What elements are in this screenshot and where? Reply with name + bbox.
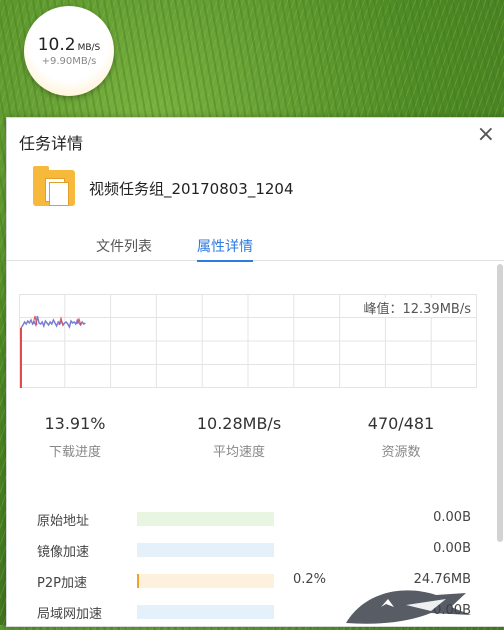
row-bar (137, 605, 274, 619)
row-bar-fill (137, 574, 139, 588)
stat-avg-speed-value: 10.28MB/s (196, 414, 282, 433)
row-name: 镜像加速 (37, 545, 90, 560)
row-bar (137, 574, 274, 588)
speed-floating-ball[interactable]: 10.2 MB/S +9.90MB/s (24, 6, 114, 96)
stat-progress: 13.91% 下载进度 (15, 414, 135, 460)
list-item: 镜像加速 0.00B (37, 537, 477, 568)
stat-progress-label: 下载进度 (48, 445, 101, 460)
watermark-logo (346, 590, 471, 624)
list-item: 原始地址 0.00B (37, 506, 477, 537)
stat-progress-value: 13.91% (44, 414, 106, 433)
task-name: 视频任务组_20170803_1204 (89, 180, 294, 198)
row-size: 0.00B (433, 510, 471, 525)
scrollbar[interactable] (497, 264, 503, 542)
stat-resources: 470/481 资源数 (341, 414, 461, 460)
row-percent: 0.2% (293, 572, 327, 587)
panel-title: 任务详情 (19, 134, 84, 153)
stat-resources-label: 资源数 (381, 445, 421, 460)
speed-unit: MB/S (77, 43, 101, 53)
row-name: 局域网加速 (37, 607, 103, 622)
speed-value: 10.2 MB/S (37, 35, 101, 55)
speed-delta: +9.90MB/s (41, 56, 97, 67)
tab-file-list[interactable]: 文件列表 (96, 236, 152, 256)
row-name: 原始地址 (37, 514, 90, 529)
task-detail-panel: 任务详情 × 视频任务组_20170803_1204 文件列表 属性详情 峰值：… (6, 117, 504, 627)
stat-avg-speed-label: 平均速度 (212, 445, 265, 460)
peak-speed-label: 峰值：12.39MB/s (361, 298, 473, 317)
row-bar (137, 512, 274, 526)
tab-properties[interactable]: 属性详情 (197, 236, 253, 262)
row-size: 0.00B (433, 541, 471, 556)
stat-avg-speed: 10.28MB/s 平均速度 (179, 414, 299, 460)
row-name: P2P加速 (37, 576, 87, 591)
folder-icon (33, 166, 75, 206)
tab-bar: 文件列表 属性详情 (7, 230, 504, 262)
stat-resources-value: 470/481 (367, 414, 435, 433)
close-button[interactable]: × (477, 124, 495, 146)
row-bar (137, 543, 274, 557)
